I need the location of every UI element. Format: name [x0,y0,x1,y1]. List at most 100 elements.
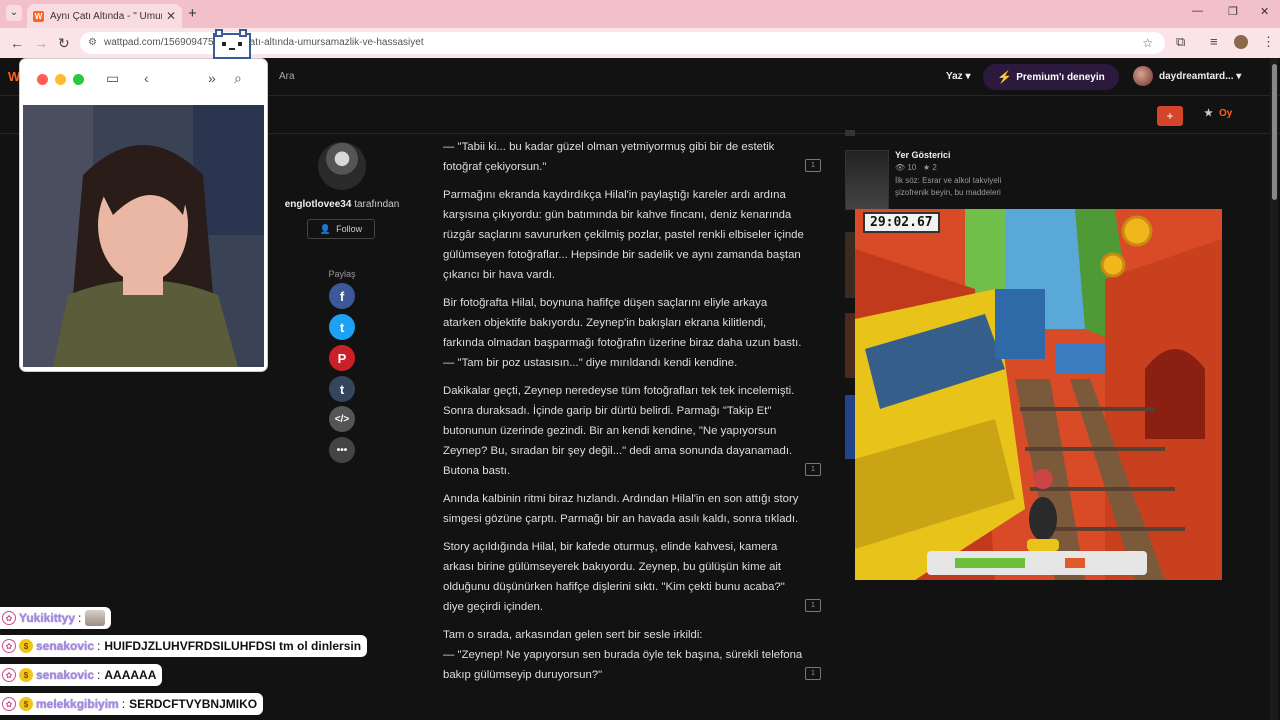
premium-label: Premium'ı deneyin [1016,71,1105,83]
recommendation-stats: 👁 10 ★ 2 [895,163,1095,172]
chat-text: AAAAAA [104,668,157,682]
browser-menu-icon[interactable]: ⋮ [1262,34,1275,50]
browser-tab-bar: ⌄ W Aynı Çatı Altında - " Umursama... ✕ … [0,0,1280,28]
recommendation-desc-line: şizofrenik beyin, bu maddeleri [895,188,1001,197]
follow-button[interactable]: 👤 Follow [307,219,375,239]
inline-comment-button[interactable]: 1 [805,599,821,612]
embed-icon[interactable]: </> [329,406,355,432]
vote-label: Oy [1218,108,1233,119]
chat-text: HUIFDJZLUHVFRDSILUHFDSI tm ol dinlersin [104,639,362,653]
recommendation-description: İlk söz: Esrar ve alkol takviyeli şizofr… [895,175,1095,199]
reads-count: 10 [907,163,917,172]
facebook-icon[interactable]: f [329,283,355,309]
story-cover [845,150,889,210]
more-icon[interactable]: ••• [329,437,355,463]
inline-comment-button[interactable]: 1 [805,463,821,476]
story-paragraph: — "Tabii ki... bu kadar güzel olman yetm… [443,141,775,173]
browser-tab[interactable]: W Aynı Çatı Altında - " Umursama... ✕ [27,4,182,28]
eye-icon: 👁 [895,163,906,172]
username: daydreamtard... ▾ [1159,70,1242,82]
webcam-video [23,105,264,367]
author-name[interactable]: englotlovee34 [285,199,352,210]
extensions-icon[interactable]: ⧉ [1176,34,1185,50]
webcam-window: ▭ ‹ » ⌕ [20,59,267,371]
profile-avatar[interactable] [1234,35,1248,49]
subscriber-badge-icon: ✿ [2,611,16,625]
author-avatar[interactable] [318,142,366,190]
user-avatar [1133,66,1153,86]
story-paragraph: Story açıldığında Hilal, bir kafede otur… [443,541,785,613]
vote-button[interactable]: ★ Oy [1204,108,1232,119]
follow-label: Follow [336,224,363,234]
tumblr-icon[interactable]: t [329,376,355,402]
lightning-icon: ⚡ [997,70,1013,84]
wattpad-favicon-icon: W [33,10,44,22]
tab-search-icon[interactable]: ⌄ [6,5,22,21]
chat-username: senakovic [36,668,95,682]
search-label[interactable]: Ara [279,71,295,82]
side-thumbnail [845,395,855,459]
forward-icon[interactable]: → [34,35,48,51]
address-bar-row: ← → ↻ ⚙ wattpad.com/1569094754-aynı-çatı… [0,28,1280,58]
zoom-window-dot[interactable] [73,74,84,85]
sidebar-icon[interactable]: ▭ [106,70,119,87]
chat-username: melekkgibiyim [36,697,119,711]
gift-badge-icon: $ [19,668,33,682]
star-icon: ★ [1204,108,1213,119]
recommendation-title[interactable]: Yer Gösterici [895,150,1095,160]
story-paragraph: Parmağını ekranda kaydırdıkça Hilal'in p… [443,189,804,281]
minimize-window-dot[interactable] [55,74,66,85]
share-label: Paylaş [328,269,356,279]
search-icon[interactable]: ⌕ [234,70,242,87]
gift-badge-icon: $ [19,639,33,653]
inline-comment-button[interactable]: 1 [805,667,821,680]
bookmark-star-icon[interactable]: ☆ [1142,32,1153,54]
tab-title: Aynı Çatı Altında - " Umursama... [50,10,162,22]
votes-count: 2 [932,163,937,172]
recommendation-desc-line: İlk söz: Esrar ve alkol takviyeli [895,176,1002,185]
premium-button[interactable]: ⚡ Premium'ı deneyin [983,64,1119,90]
inline-comment-button[interactable]: 1 [805,159,821,172]
maximize-icon[interactable]: ❐ [1228,5,1238,18]
double-chevron-icon[interactable]: » [208,70,216,86]
story-paragraph: Bir fotoğrafta Hilal, boynuna hafifçe dü… [443,297,802,349]
recommendation-thumb-edge [845,130,855,136]
back-icon[interactable]: ← [10,35,24,51]
wattpad-logo[interactable]: W [8,69,20,84]
chat-username: senakovic [36,639,95,653]
write-menu[interactable]: Yaz ▾ [946,71,970,82]
reload-icon[interactable]: ↻ [58,35,70,52]
subscriber-badge-icon: ✿ [2,668,16,682]
user-menu[interactable]: daydreamtard... ▾ [1133,66,1241,86]
story-paragraph: Anında kalbinin ritmi biraz hızlandı. Ar… [443,493,799,525]
back-chevron-icon[interactable]: ‹ [144,70,149,86]
story-paragraph: Tam o sırada, arkasından gelen sert bir … [443,629,703,641]
site-info-icon[interactable]: ⚙ [88,32,97,54]
chat-separator: : [97,639,101,653]
side-thumbnail [845,313,855,378]
new-tab-icon[interactable]: + [188,5,197,22]
story-paragraph: — "Zeynep! Ne yapıyorsun sen burada öyle… [443,649,803,681]
close-window-icon[interactable]: ✕ [1260,5,1269,18]
gameplay-video: 29:02.67 [855,209,1222,580]
reading-list-icon[interactable]: ≡ [1210,34,1218,49]
story-text: — "Tabii ki... bu kadar güzel olman yetm… [443,137,805,693]
story-paragraph: — "Tam bir poz ustasısın..." diye mırıld… [443,357,738,369]
game-timer: 29:02.67 [863,212,940,233]
close-window-dot[interactable] [37,74,48,85]
pinterest-icon[interactable]: P [329,345,355,371]
add-to-list-button[interactable]: + [1157,106,1183,126]
scrollbar-thumb[interactable] [1272,64,1277,200]
chat-message: ✿ $ melekkgibiyim : SERDCFTVYBNJMIKO [0,693,264,715]
twitter-icon[interactable]: t [329,314,355,340]
add-person-icon: 👤 [319,223,332,234]
side-thumbnail [845,232,855,298]
url-text: wattpad.com/1569094754-aynı-çatı-altında… [104,37,424,48]
chat-message: ✿ Yukikittyy : [0,607,112,629]
chat-separator: : [97,668,101,682]
minimize-icon[interactable]: — [1192,5,1203,17]
cat-emote-icon [85,610,106,626]
close-tab-icon[interactable]: ✕ [166,9,176,23]
page-scrollbar[interactable] [1270,58,1278,720]
game-scene [855,209,1222,580]
